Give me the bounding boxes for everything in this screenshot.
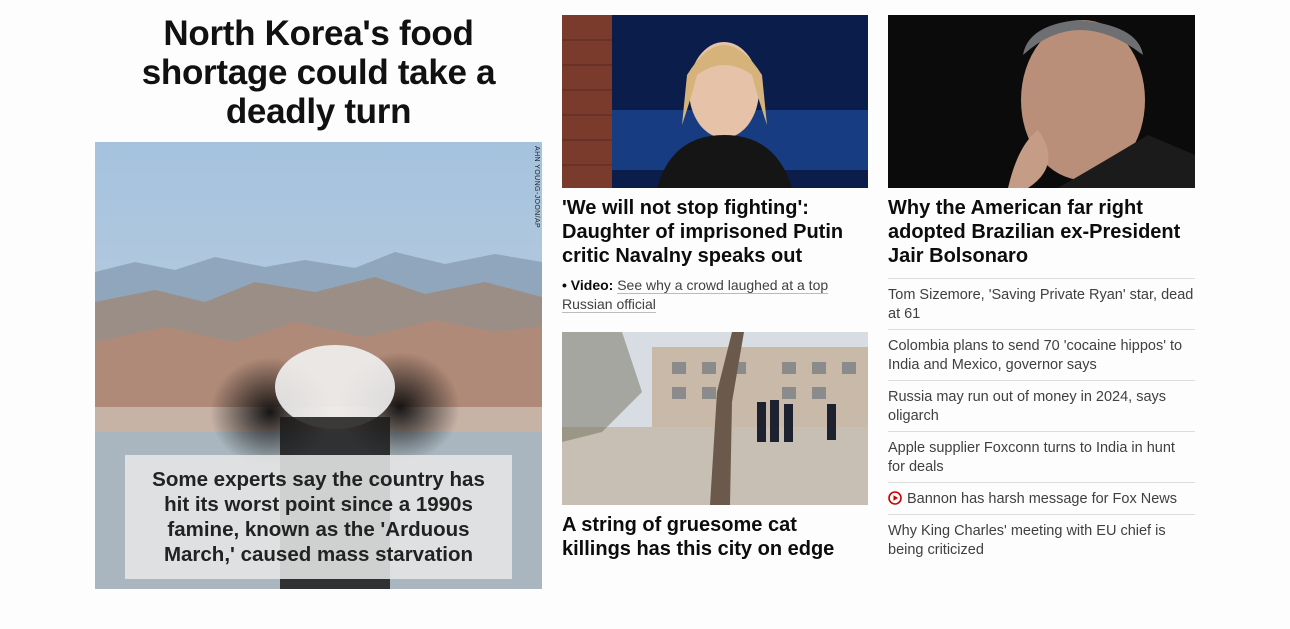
cat-killings-headline[interactable]: A string of gruesome cat killings has th… (562, 513, 868, 561)
photo-credit: AHN YOUNG-JOON/AP (533, 146, 540, 229)
cat-killings-photo-illustration (562, 332, 868, 505)
video-play-icon (888, 491, 902, 505)
list-item-video[interactable]: Bannon has harsh message for Fox News (888, 483, 1195, 515)
list-item-text: Colombia plans to send 70 'cocaine hippo… (888, 338, 1183, 373)
navalny-headline[interactable]: 'We will not stop fighting': Daughter of… (562, 196, 868, 268)
list-item-text: Why King Charles' meeting with EU chief … (888, 523, 1166, 558)
lead-headline[interactable]: North Korea's food shortage could take a… (95, 14, 542, 131)
headline-list: Tom Sizemore, 'Saving Private Ryan' star… (888, 278, 1195, 565)
bolsonaro-thumbnail[interactable] (888, 15, 1195, 188)
navalny-photo-illustration (562, 15, 868, 188)
bolsonaro-headline[interactable]: Why the American far right adopted Brazi… (888, 196, 1195, 268)
cat-killings-thumbnail[interactable] (562, 332, 868, 505)
story-card-navalny: 'We will not stop fighting': Daughter of… (562, 15, 868, 314)
video-link[interactable]: • Video: See why a crowd laughed at a to… (562, 276, 868, 314)
list-item-text: Tom Sizemore, 'Saving Private Ryan' star… (888, 287, 1194, 322)
lead-image[interactable]: AHN YOUNG-JOON/AP Some experts say the c… (95, 142, 542, 589)
list-item[interactable]: Russia may run out of money in 2024, say… (888, 381, 1195, 432)
right-column: Why the American far right adopted Brazi… (888, 15, 1195, 565)
bolsonaro-photo-illustration (888, 15, 1195, 188)
list-item[interactable]: Apple supplier Foxconn turns to India in… (888, 432, 1195, 483)
navalny-thumbnail[interactable] (562, 15, 868, 188)
list-item[interactable]: Tom Sizemore, 'Saving Private Ryan' star… (888, 279, 1195, 330)
list-item-text: Apple supplier Foxconn turns to India in… (888, 440, 1175, 475)
lead-story: North Korea's food shortage could take a… (95, 14, 542, 589)
list-item[interactable]: Why King Charles' meeting with EU chief … (888, 515, 1195, 565)
lead-caption-box[interactable]: Some experts say the country has hit its… (125, 455, 512, 579)
list-item[interactable]: Colombia plans to send 70 'cocaine hippo… (888, 330, 1195, 381)
list-item-text: Bannon has harsh message for Fox News (907, 491, 1177, 507)
story-card-cat-killings: A string of gruesome cat killings has th… (562, 332, 868, 561)
list-item-text: Russia may run out of money in 2024, say… (888, 389, 1167, 424)
lead-caption: Some experts say the country has hit its… (152, 468, 485, 566)
video-label: • Video: (562, 277, 614, 293)
middle-column: 'We will not stop fighting': Daughter of… (562, 15, 868, 560)
